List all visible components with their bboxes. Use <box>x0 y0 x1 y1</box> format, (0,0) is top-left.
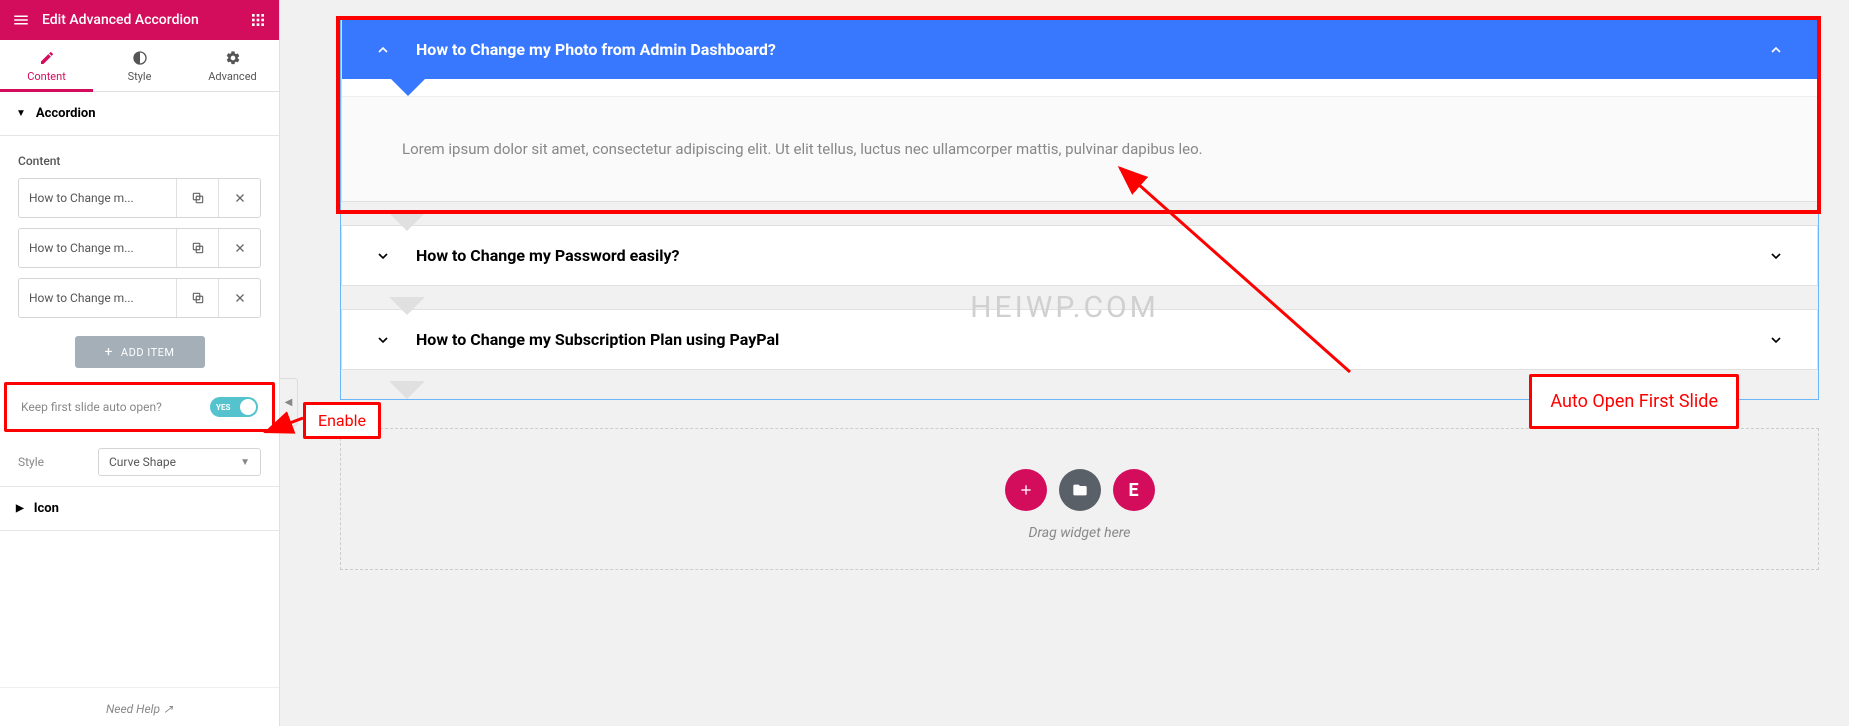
plus-icon: + <box>104 344 112 360</box>
tab-content[interactable]: Content <box>0 40 93 91</box>
item-title[interactable]: How to Change m... <box>19 241 176 255</box>
curve-notch <box>390 78 426 96</box>
sidebar-header: Edit Advanced Accordion <box>0 0 279 40</box>
drop-widget-zone[interactable]: E Drag widget here <box>340 428 1819 570</box>
template-button[interactable] <box>1059 469 1101 511</box>
widgets-icon[interactable] <box>247 9 269 31</box>
elements-button[interactable]: E <box>1113 469 1155 511</box>
annotation-enable: Enable <box>303 402 381 439</box>
keep-first-open-toggle[interactable]: YES <box>210 397 258 417</box>
section-accordion[interactable]: ▼ Accordion <box>0 92 279 136</box>
caret-down-icon: ▼ <box>16 108 26 119</box>
accordion-widget[interactable]: How to Change my Photo from Admin Dashbo… <box>340 18 1819 400</box>
chevron-up-icon <box>1765 42 1787 58</box>
preview-area: How to Change my Photo from Admin Dashbo… <box>280 0 1849 726</box>
item-title[interactable]: How to Change m... <box>19 291 176 305</box>
chevron-down-icon <box>372 248 394 264</box>
accordion-item-row[interactable]: How to Change m... <box>18 228 261 268</box>
accordion-body: Lorem ipsum dolor sit amet, consectetur … <box>342 96 1817 201</box>
tab-style[interactable]: Style <box>93 40 186 91</box>
keep-first-open-label: Keep first slide auto open? <box>21 400 162 414</box>
accordion-header[interactable]: How to Change my Subscription Plan using… <box>342 310 1817 369</box>
style-select-row: Style Curve Shape ▼ <box>0 438 279 486</box>
toggle-knob <box>240 399 256 415</box>
add-item-button[interactable]: + ADD ITEM <box>75 336 205 368</box>
external-link-icon: ↗ <box>163 702 173 716</box>
chevron-up-icon <box>372 42 394 58</box>
annotation-auto-open: Auto Open First Slide <box>1529 374 1739 429</box>
accordion-item: How to Change my Password easily? <box>341 225 1818 286</box>
gear-icon <box>225 50 241 66</box>
remove-icon[interactable] <box>218 279 260 317</box>
editor-tabs: Content Style Advanced <box>0 40 279 92</box>
accordion-item-row[interactable]: How to Change m... <box>18 178 261 218</box>
caret-down-icon: ▼ <box>240 457 250 468</box>
curve-notch <box>389 381 425 399</box>
caret-right-icon: ▶ <box>16 503 24 514</box>
duplicate-icon[interactable] <box>176 179 218 217</box>
accordion-header[interactable]: How to Change my Photo from Admin Dashbo… <box>342 20 1817 79</box>
item-title[interactable]: How to Change m... <box>19 191 176 205</box>
collapse-panel-button[interactable]: ◀ <box>280 378 298 426</box>
editor-sidebar: Edit Advanced Accordion Content Style Ad… <box>0 0 280 726</box>
contrast-icon <box>132 50 148 66</box>
style-select-label: Style <box>18 455 98 469</box>
dropzone-text: Drag widget here <box>341 525 1818 541</box>
accordion-item: How to Change my Photo from Admin Dashbo… <box>341 19 1818 202</box>
annotation-highlight-box: Keep first slide auto open? YES <box>4 382 275 432</box>
controls-area: Content How to Change m... How to Change… <box>0 136 279 376</box>
chevron-down-icon <box>372 332 394 348</box>
section-icon[interactable]: ▶ Icon <box>0 486 279 531</box>
duplicate-icon[interactable] <box>176 279 218 317</box>
add-section-button[interactable] <box>1005 469 1047 511</box>
duplicate-icon[interactable] <box>176 229 218 267</box>
content-label: Content <box>18 154 261 168</box>
accordion-item-row[interactable]: How to Change m... <box>18 278 261 318</box>
accordion-item: How to Change my Subscription Plan using… <box>341 309 1818 370</box>
remove-icon[interactable] <box>218 179 260 217</box>
pencil-icon <box>39 50 55 66</box>
menu-icon[interactable] <box>10 9 32 31</box>
accordion-header[interactable]: How to Change my Password easily? <box>342 226 1817 285</box>
chevron-down-icon <box>1765 332 1787 348</box>
style-select[interactable]: Curve Shape ▼ <box>98 448 261 476</box>
sidebar-title: Edit Advanced Accordion <box>42 12 247 28</box>
tab-advanced[interactable]: Advanced <box>186 40 279 91</box>
need-help-link[interactable]: Need Help ↗ <box>0 687 279 726</box>
chevron-down-icon <box>1765 248 1787 264</box>
remove-icon[interactable] <box>218 229 260 267</box>
